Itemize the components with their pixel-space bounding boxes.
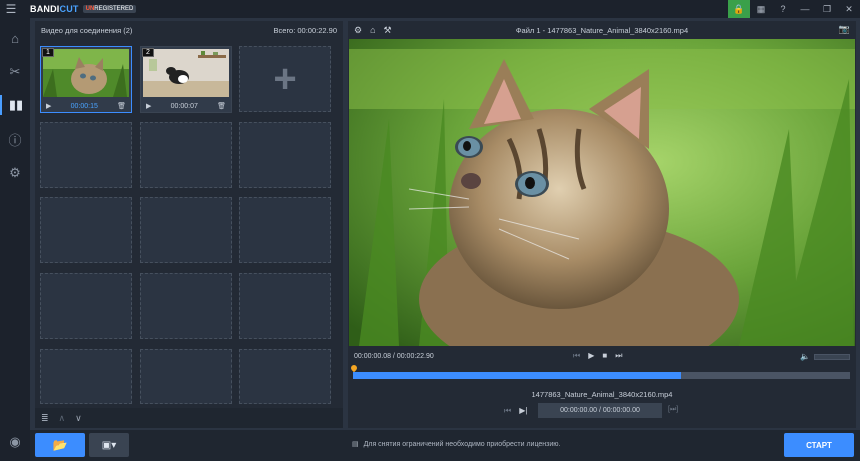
- file-title: Файл 1 - 1477863_Nature_Animal_3840x2160…: [515, 25, 689, 35]
- info-icon[interactable]: ⓘ: [0, 129, 30, 149]
- clip-number-2: 2: [142, 48, 154, 57]
- timeline-file-name: 1477863_Nature_Animal_3840x2160.mp4: [531, 390, 673, 399]
- clip-duration-2: 00:00:07: [170, 102, 198, 110]
- clip-thumbnail-1: [43, 49, 129, 97]
- clip-bar-1: ▶ 00:00:15 🗑: [41, 99, 131, 113]
- badge-un: UN: [85, 6, 95, 12]
- join-list-header: Видео для соединения (2) Всего: 00:00:22…: [35, 21, 343, 39]
- sidebar: ⌂ ✂ ▮▮ ⓘ ⚙ ◉: [0, 18, 30, 461]
- stop-icon[interactable]: ■: [602, 351, 607, 361]
- timeline-bar[interactable]: [353, 372, 850, 379]
- license-notice-text: Для снятия ограничений необходимо приобр…: [363, 440, 561, 448]
- playback-controls: 00:00:00.08 / 00:00:22.90 ⏮ ▶ ■ ⏭ 🔈: [348, 349, 856, 363]
- empty-slot: [239, 197, 331, 263]
- restore-icon[interactable]: ❐: [816, 0, 838, 18]
- empty-slot: [40, 197, 132, 263]
- time-readout: 00:00:00.08 / 00:00:22.90: [354, 352, 434, 360]
- clip-play-icon[interactable]: ▶: [146, 102, 151, 110]
- badge-rest: REGISTERED: [94, 6, 134, 12]
- home-icon[interactable]: ⌂: [0, 28, 30, 48]
- app-logo: BANDICUT: [30, 4, 79, 14]
- clip-duration-1: 00:00:15: [70, 102, 98, 110]
- prev-frame-icon[interactable]: ⏮: [573, 351, 580, 361]
- next-frame-icon[interactable]: ⏭: [615, 351, 622, 361]
- window-controls: 🔒 ▦ ? — ❐ ✕: [728, 0, 860, 18]
- clip-item-1[interactable]: 1 ▶ 00:00:15 🗑: [40, 46, 132, 113]
- join-list-footer: ≣ ∧ ∨: [35, 408, 343, 428]
- empty-slot: [140, 273, 232, 339]
- apps-icon[interactable]: ▦: [750, 0, 772, 18]
- empty-slot: [140, 197, 232, 263]
- clip-play-icon[interactable]: ▶: [46, 102, 51, 110]
- playhead-marker[interactable]: [349, 363, 359, 373]
- clip-delete-icon[interactable]: 🗑: [217, 102, 226, 110]
- license-notice: ▤ Для снятия ограничений необходимо прио…: [352, 440, 561, 449]
- move-up-icon[interactable]: ∧: [59, 413, 66, 424]
- empty-slot: [239, 122, 331, 188]
- empty-slot: [140, 122, 232, 188]
- volume-slider[interactable]: [814, 353, 850, 360]
- preview-header: ⚙ ⌂ ⚒ Файл 1 - 1477863_Nature_Animal_384…: [348, 21, 856, 39]
- move-down-icon[interactable]: ∨: [75, 413, 82, 424]
- empty-slot: [40, 122, 132, 188]
- video-preview[interactable]: [349, 39, 855, 346]
- settings-gear-icon[interactable]: ⚙: [0, 163, 30, 183]
- lock-icon[interactable]: 🔒: [728, 0, 750, 18]
- brand-text-a: BANDI: [30, 4, 60, 14]
- set-end-icon[interactable]: [⏭]: [668, 406, 678, 414]
- clip-bar-2: ▶ 00:00:07 🗑: [141, 99, 231, 113]
- clip-delete-icon[interactable]: 🗑: [117, 102, 126, 110]
- output-mode-button[interactable]: ▣▾: [89, 433, 129, 457]
- empty-slot: [140, 349, 232, 404]
- set-start-icon[interactable]: ▶|: [519, 406, 527, 416]
- range-readout: 00:00:00.00 / 00:00:00.00: [538, 403, 662, 418]
- record-icon[interactable]: ◉: [0, 432, 30, 452]
- join-list-panel: Видео для соединения (2) Всего: 00:00:22…: [35, 21, 343, 428]
- open-folder-button[interactable]: 📂: [35, 433, 85, 457]
- join-list-title: Видео для соединения (2): [41, 25, 133, 35]
- bottom-bar: 📂 ▣▾ ▤ Для снятия ограничений необходимо…: [30, 430, 860, 461]
- clip-number-1: 1: [42, 48, 54, 57]
- title-bar: ☰ BANDICUT UNREGISTERED 🔒 ▦ ? — ❐ ✕: [0, 0, 860, 18]
- play-icon[interactable]: ▶: [588, 351, 594, 361]
- close-icon[interactable]: ✕: [838, 0, 860, 18]
- cut-icon[interactable]: ✂: [0, 62, 30, 82]
- clear-list-icon[interactable]: ≣: [41, 413, 49, 424]
- empty-slot: [40, 273, 132, 339]
- add-clip-button[interactable]: +: [239, 46, 331, 112]
- chat-icon: ▤: [352, 441, 359, 448]
- empty-slot: [40, 349, 132, 404]
- start-button[interactable]: СТАРТ: [784, 433, 854, 457]
- volume-icon[interactable]: 🔈: [800, 352, 810, 361]
- registration-badge: UNREGISTERED: [82, 5, 137, 13]
- join-icon[interactable]: ▮▮: [0, 95, 30, 115]
- preview-panel: ⚙ ⌂ ⚒ Файл 1 - 1477863_Nature_Animal_384…: [348, 21, 856, 428]
- hamburger-menu-icon[interactable]: ☰: [0, 0, 22, 18]
- empty-slot: [239, 349, 331, 404]
- timeline-progress: [353, 372, 682, 379]
- clip-thumbnail-2: [143, 49, 229, 97]
- empty-slot: [239, 273, 331, 339]
- minimize-icon[interactable]: —: [794, 0, 816, 18]
- clip-item-2[interactable]: 2 ▶ 00:00:07 🗑: [140, 46, 232, 113]
- brand-text-b: CUT: [59, 4, 79, 14]
- go-start-icon[interactable]: ⏮: [504, 406, 511, 416]
- help-icon[interactable]: ?: [772, 0, 794, 18]
- camera-icon[interactable]: 📷: [839, 24, 850, 35]
- total-duration: Всего: 00:00:22.90: [273, 25, 337, 35]
